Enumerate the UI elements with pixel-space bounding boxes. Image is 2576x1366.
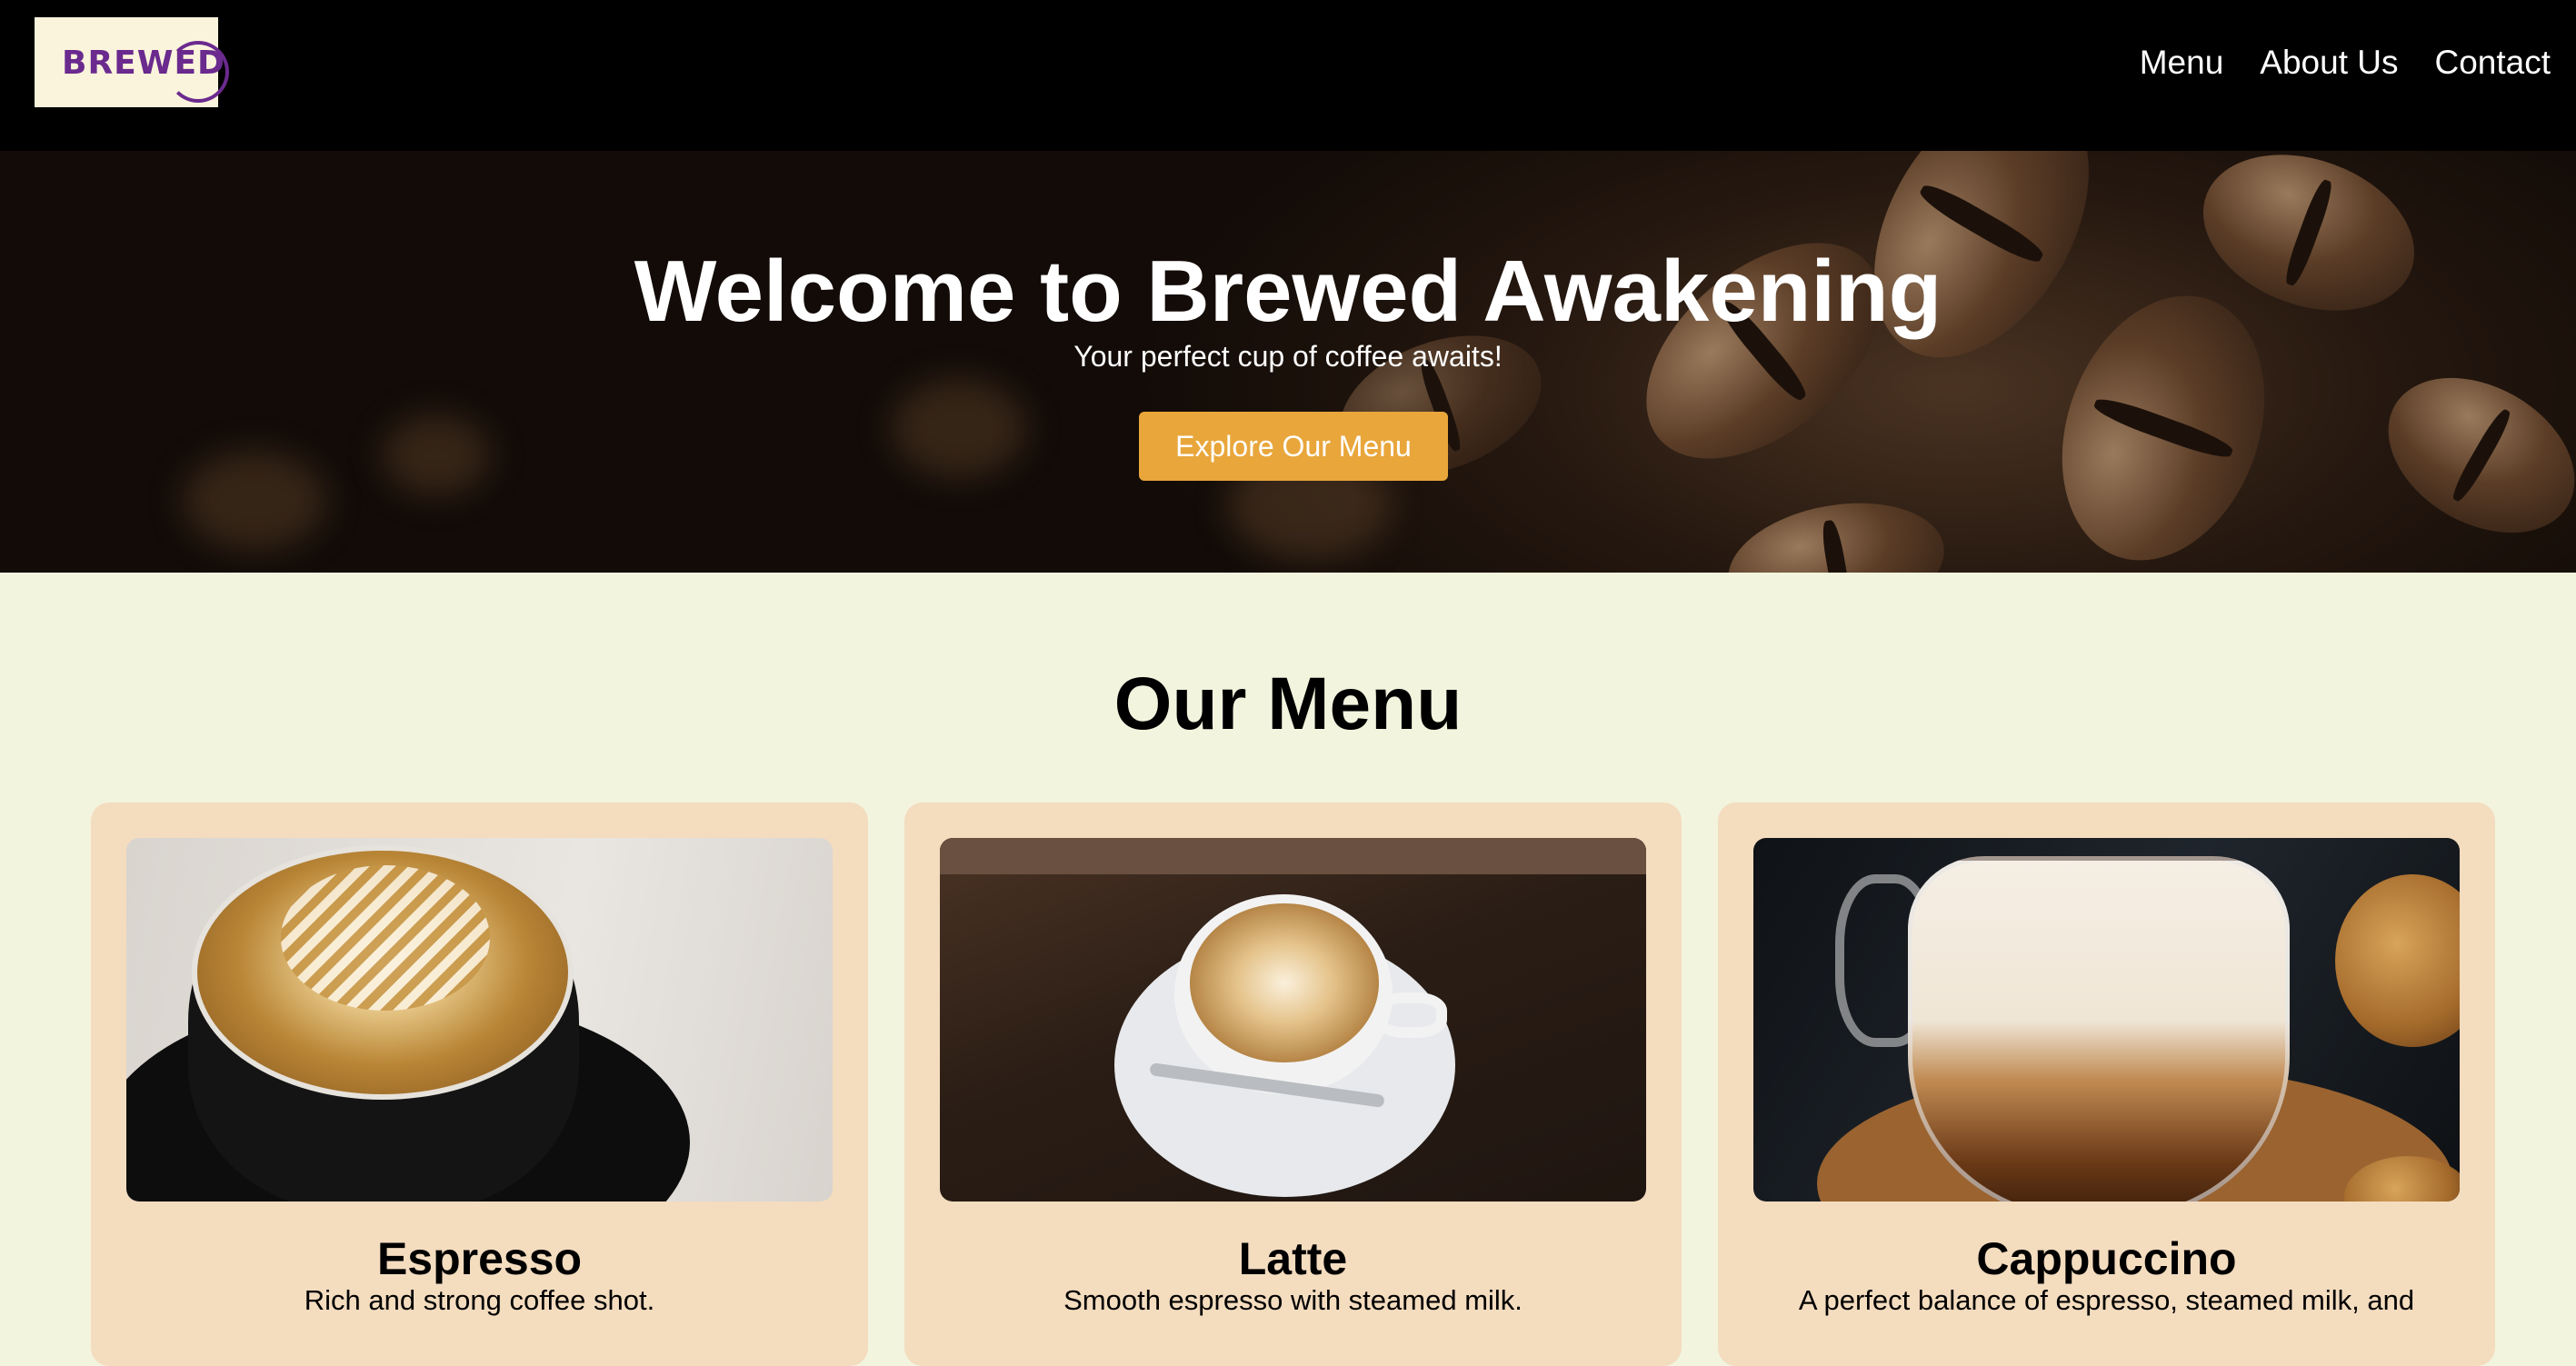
coffee-bean-image xyxy=(2361,346,2576,564)
menu-item-name: Cappuccino xyxy=(1976,1233,2237,1284)
bokeh-decoration xyxy=(182,451,327,551)
menu-item-name: Latte xyxy=(1238,1233,1348,1284)
main-nav: Menu About Us Contact xyxy=(2140,44,2551,82)
menu-item-description: Rich and strong coffee shot. xyxy=(304,1284,655,1316)
explore-menu-button[interactable]: Explore Our Menu xyxy=(1139,412,1448,481)
latte-image xyxy=(940,838,1646,1201)
hero-subtitle: Your perfect cup of coffee awaits! xyxy=(1073,340,1503,373)
menu-item-description: Smooth espresso with steamed milk. xyxy=(1063,1284,1523,1316)
hero-title: Welcome to Brewed Awakening xyxy=(634,243,1942,340)
nav-link-about-us[interactable]: About Us xyxy=(2260,44,2398,82)
nav-link-menu[interactable]: Menu xyxy=(2140,44,2224,82)
menu-section-title: Our Menu xyxy=(1113,663,1463,745)
cappuccino-image xyxy=(1753,838,2460,1201)
espresso-image xyxy=(126,838,833,1201)
bokeh-decoration xyxy=(382,414,491,496)
menu-item-name: Espresso xyxy=(376,1233,583,1284)
menu-item-description: A perfect balance of espresso, steamed m… xyxy=(1798,1284,2415,1316)
hero-banner: Welcome to Brewed Awakening Your perfect… xyxy=(0,151,2576,573)
site-header: BREWED Menu About Us Contact xyxy=(0,0,2576,151)
nav-link-contact[interactable]: Contact xyxy=(2434,44,2551,82)
coffee-bean-image xyxy=(1718,487,1954,573)
logo-ring-icon xyxy=(167,41,229,103)
menu-card-espresso[interactable]: Espresso Rich and strong coffee shot. xyxy=(91,803,868,1366)
menu-card-latte[interactable]: Latte Smooth espresso with steamed milk. xyxy=(904,803,1682,1366)
menu-card-cappuccino[interactable]: Cappuccino A perfect balance of espresso… xyxy=(1718,803,2495,1366)
bokeh-decoration xyxy=(891,378,1027,478)
brand-logo[interactable]: BREWED xyxy=(35,17,229,107)
